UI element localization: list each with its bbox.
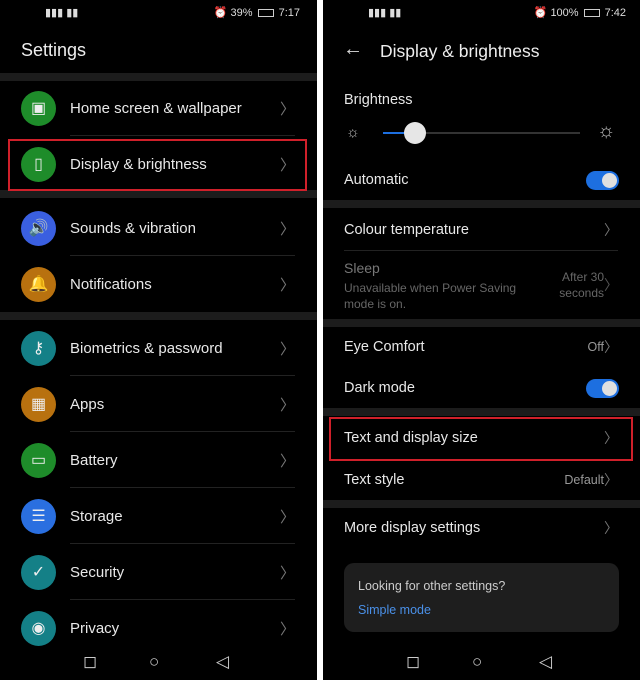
alarm-icon: ⏰ [213, 7, 228, 19]
recents-button[interactable]: ◻ [406, 652, 420, 672]
clock: 7:17 [278, 6, 300, 19]
settings-item-label: Apps [70, 395, 105, 413]
text-style-value: Default [564, 473, 604, 487]
slider-thumb[interactable] [403, 122, 426, 144]
recents-button[interactable]: ◻ [83, 652, 97, 672]
settings-item-label: Home screen & wallpaper [70, 99, 242, 117]
chevron-right-icon: 〉 [279, 100, 295, 118]
battery-icon [583, 8, 600, 17]
back-button[interactable]: ◁ [216, 652, 229, 672]
chevron-right-icon: 〉 [279, 508, 295, 526]
card-question: Looking for other settings? [358, 579, 506, 593]
key-icon: ⚷ [21, 330, 56, 366]
battery-icon [257, 8, 274, 17]
sleep-row: Sleep Unavailable when Power Saving mode… [323, 251, 640, 319]
apps-grid-icon: ▦ [21, 386, 56, 422]
shield-check-icon: ✓ [21, 554, 56, 590]
chevron-right-icon: 〉 [604, 339, 618, 355]
signal-icon: ▮▮▮ ▮▮ [368, 7, 402, 19]
settings-item[interactable]: 🔔 Notifications 〉 [0, 256, 317, 312]
settings-item[interactable]: ☰ Storage 〉 [0, 488, 317, 544]
chevron-right-icon: 〉 [279, 276, 295, 294]
colour-temperature-label: Colour temperature [344, 222, 469, 238]
settings-item-label: Battery [70, 451, 118, 469]
image-icon: ▣ [21, 90, 56, 126]
brightness-label: Brightness [344, 92, 413, 108]
chevron-right-icon: 〉 [279, 396, 295, 414]
automatic-row[interactable]: Automatic [323, 166, 640, 194]
status-bar-right: ⏰ 100% 7:42 [533, 6, 626, 20]
chevron-right-icon: 〉 [279, 620, 295, 638]
dark-mode-label: Dark mode [344, 380, 415, 396]
settings-item[interactable]: ⚷ Biometrics & password 〉 [0, 320, 317, 376]
settings-item-label: Notifications [70, 275, 152, 293]
status-bar-left: ▮▮▮ ▮▮ [368, 6, 401, 19]
chevron-right-icon: 〉 [279, 564, 295, 582]
sun-large-icon: ☼ [597, 120, 616, 142]
text-style-row[interactable]: Text style Default 〉 [323, 460, 640, 500]
settings-item[interactable]: ◉ Privacy 〉 [0, 600, 317, 656]
chevron-right-icon: 〉 [604, 222, 618, 238]
back-button[interactable]: ◁ [539, 652, 552, 672]
settings-item-label: Biometrics & password [70, 339, 223, 357]
page-title: Display & brightness [380, 41, 540, 61]
status-bar-right: ⏰ 39% 7:17 [213, 6, 300, 20]
settings-item[interactable]: 🔊 Sounds & vibration 〉 [0, 200, 317, 256]
battery-percent: 39% [230, 6, 253, 19]
chevron-right-icon: 〉 [604, 472, 618, 488]
eye-comfort-row[interactable]: Eye Comfort Off 〉 [323, 327, 640, 367]
battery-percent: 100% [550, 6, 579, 19]
dark-mode-toggle[interactable] [586, 378, 619, 398]
back-arrow-icon[interactable]: ← [343, 38, 363, 61]
more-display-label: More display settings [344, 520, 481, 536]
sleep-value: After 30 seconds [559, 270, 604, 300]
dark-mode-row[interactable]: Dark mode [323, 368, 640, 408]
chevron-right-icon: 〉 [604, 277, 618, 293]
home-button[interactable]: ○ [472, 652, 482, 672]
settings-item[interactable]: ✓ Security 〉 [0, 544, 317, 600]
sleep-label: Sleep [344, 260, 380, 276]
settings-item-label: Privacy [70, 619, 120, 637]
eye-comfort-value: Off [587, 340, 604, 354]
automatic-toggle[interactable] [586, 170, 619, 190]
suggestion-card: Looking for other settings? Simple mode [344, 563, 619, 632]
settings-item-label: Security [70, 563, 125, 581]
automatic-label: Automatic [344, 172, 409, 188]
settings-screen: ▮▮▮ ▮▮ ⏰ 39% 7:17 Settings ▣ Home screen… [0, 0, 317, 680]
settings-item-label: Storage [70, 507, 123, 525]
page-title: Settings [21, 40, 87, 60]
bell-icon: 🔔 [21, 266, 56, 302]
chevron-right-icon: 〉 [279, 340, 295, 358]
sun-small-icon: ☼ [346, 124, 360, 141]
storage-icon: ☰ [21, 498, 56, 534]
highlight-box [8, 139, 307, 191]
home-button[interactable]: ○ [149, 652, 159, 672]
signal-icon: ▮▮▮ ▮▮ [45, 7, 79, 19]
chevron-right-icon: 〉 [279, 220, 295, 238]
chevron-right-icon: 〉 [279, 452, 295, 470]
speaker-icon: 🔊 [21, 210, 56, 246]
battery-icon: ▭ [21, 442, 56, 478]
nav-bar: ◻ ○ ◁ [323, 652, 640, 674]
settings-item[interactable]: ▦ Apps 〉 [0, 376, 317, 432]
brightness-slider[interactable] [383, 122, 580, 144]
group-divider [0, 312, 317, 320]
settings-item[interactable]: ▭ Battery 〉 [0, 432, 317, 488]
colour-temperature-row[interactable]: Colour temperature 〉 [323, 210, 640, 250]
clock: 7:42 [604, 6, 626, 19]
simple-mode-link[interactable]: Simple mode [358, 603, 431, 617]
chevron-right-icon: 〉 [604, 520, 618, 536]
privacy-shield-icon: ◉ [21, 610, 56, 646]
settings-item[interactable]: ▣ Home screen & wallpaper 〉 [0, 80, 317, 136]
sleep-sub: Unavailable when Power Saving mode is on… [344, 281, 517, 311]
settings-item-label: Sounds & vibration [70, 219, 196, 237]
display-brightness-screen: ▮▮▮ ▮▮ ⏰ 100% 7:42 ← Display & brightnes… [323, 0, 640, 680]
eye-comfort-label: Eye Comfort [344, 339, 425, 355]
alarm-icon: ⏰ [533, 7, 548, 19]
text-style-label: Text style [344, 472, 405, 488]
highlight-box [329, 417, 633, 461]
more-display-settings-row[interactable]: More display settings 〉 [323, 508, 640, 548]
status-bar-left: ▮▮▮ ▮▮ [45, 6, 78, 19]
nav-bar: ◻ ○ ◁ [0, 652, 317, 674]
